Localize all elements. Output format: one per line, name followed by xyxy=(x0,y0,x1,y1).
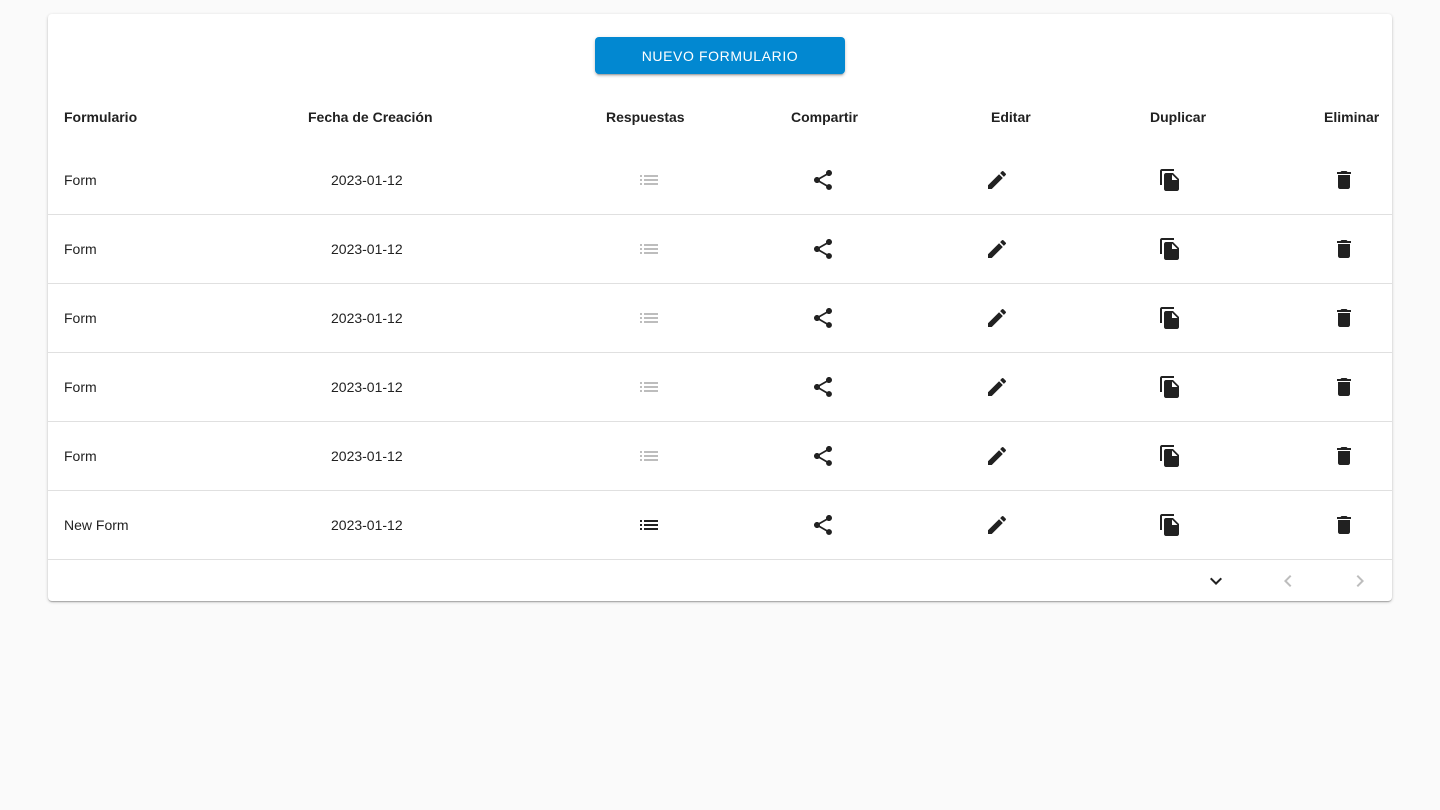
share-icon[interactable] xyxy=(811,237,835,261)
table-row: Form 2023-01-12 xyxy=(48,215,1392,284)
delete-trash-icon[interactable] xyxy=(1332,375,1356,399)
duplicate-file-copy-icon[interactable] xyxy=(1158,375,1182,399)
table-row: Form 2023-01-12 xyxy=(48,284,1392,353)
creation-date-cell: 2023-01-12 xyxy=(331,241,403,257)
table-footer xyxy=(48,561,1392,601)
chevron-right-icon[interactable] xyxy=(1348,569,1372,593)
delete-trash-icon[interactable] xyxy=(1332,168,1356,192)
header-eliminar: Eliminar xyxy=(1324,109,1380,125)
form-name-cell: Form xyxy=(64,448,97,464)
table-header: Formulario Fecha de Creación Respuestas … xyxy=(48,97,1392,137)
delete-trash-icon[interactable] xyxy=(1332,306,1356,330)
delete-trash-icon[interactable] xyxy=(1332,237,1356,261)
edit-pencil-icon[interactable] xyxy=(985,168,1009,192)
header-fecha: Fecha de Creación xyxy=(308,109,433,125)
creation-date-cell: 2023-01-12 xyxy=(331,379,403,395)
header-editar: Editar xyxy=(991,109,1031,125)
form-name-cell: Form xyxy=(64,379,97,395)
duplicate-file-copy-icon[interactable] xyxy=(1158,168,1182,192)
edit-pencil-icon[interactable] xyxy=(985,513,1009,537)
creation-date-cell: 2023-01-12 xyxy=(331,172,403,188)
responses-list-icon[interactable] xyxy=(637,237,661,261)
table-row: Form 2023-01-12 xyxy=(48,146,1392,215)
creation-date-cell: 2023-01-12 xyxy=(331,448,403,464)
edit-pencil-icon[interactable] xyxy=(985,237,1009,261)
duplicate-file-copy-icon[interactable] xyxy=(1158,237,1182,261)
delete-trash-icon[interactable] xyxy=(1332,444,1356,468)
duplicate-file-copy-icon[interactable] xyxy=(1158,513,1182,537)
header-respuestas: Respuestas xyxy=(606,109,685,125)
share-icon[interactable] xyxy=(811,168,835,192)
chevron-left-icon[interactable] xyxy=(1276,569,1300,593)
new-form-button[interactable]: NUEVO FORMULARIO xyxy=(595,37,845,74)
header-duplicar: Duplicar xyxy=(1150,109,1207,125)
creation-date-cell: 2023-01-12 xyxy=(331,517,403,533)
duplicate-file-copy-icon[interactable] xyxy=(1158,306,1182,330)
form-name-cell: Form xyxy=(64,310,97,326)
share-icon[interactable] xyxy=(811,306,835,330)
chevron-down-icon[interactable] xyxy=(1204,569,1228,593)
table-row: New Form 2023-01-12 xyxy=(48,491,1392,560)
duplicate-file-copy-icon[interactable] xyxy=(1158,444,1182,468)
responses-list-icon[interactable] xyxy=(637,168,661,192)
responses-list-icon[interactable] xyxy=(637,375,661,399)
table-row: Form 2023-01-12 xyxy=(48,353,1392,422)
share-icon[interactable] xyxy=(811,375,835,399)
responses-list-icon[interactable] xyxy=(637,306,661,330)
edit-pencil-icon[interactable] xyxy=(985,444,1009,468)
table-row: Form 2023-01-12 xyxy=(48,422,1392,491)
table-body: Form 2023-01-12 Form 2023-01-12 Form 2023-01-… xyxy=(48,146,1392,560)
responses-list-icon[interactable] xyxy=(637,444,661,468)
edit-pencil-icon[interactable] xyxy=(985,375,1009,399)
form-name-cell: New Form xyxy=(64,517,129,533)
responses-list-icon[interactable] xyxy=(637,513,661,537)
form-name-cell: Form xyxy=(64,241,97,257)
header-compartir: Compartir xyxy=(791,109,858,125)
form-name-cell: Form xyxy=(64,172,97,188)
delete-trash-icon[interactable] xyxy=(1332,513,1356,537)
forms-table-card: NUEVO FORMULARIO Formulario Fecha de Cre… xyxy=(48,14,1392,601)
share-icon[interactable] xyxy=(811,444,835,468)
edit-pencil-icon[interactable] xyxy=(985,306,1009,330)
header-formulario: Formulario xyxy=(64,109,138,125)
creation-date-cell: 2023-01-12 xyxy=(331,310,403,326)
share-icon[interactable] xyxy=(811,513,835,537)
